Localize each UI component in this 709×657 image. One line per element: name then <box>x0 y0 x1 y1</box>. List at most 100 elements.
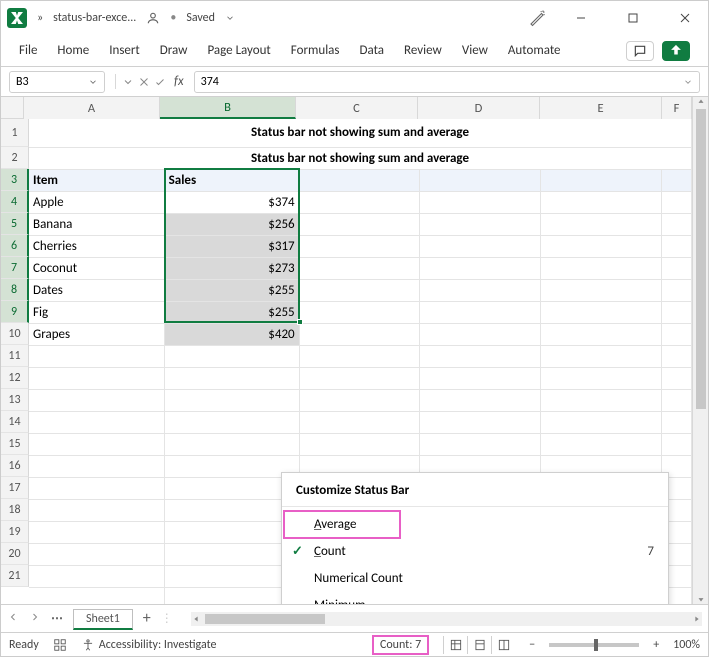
cell-F4[interactable] <box>662 213 692 235</box>
cell-F7[interactable] <box>662 279 692 301</box>
row-header-14[interactable]: 14 <box>1 411 29 433</box>
cell-B11[interactable] <box>164 367 299 389</box>
cell-C8[interactable] <box>299 301 420 323</box>
row-header-2[interactable]: 2 <box>1 147 29 169</box>
cell-A1[interactable]: Status bar not showing sum and average <box>29 147 692 169</box>
cell-A7[interactable]: Dates <box>29 279 164 301</box>
cell-F6[interactable] <box>662 257 692 279</box>
cell-A9[interactable]: Grapes <box>29 323 164 345</box>
cell-A14[interactable] <box>29 433 164 455</box>
cell-A13[interactable] <box>29 411 164 433</box>
row-header-19[interactable]: 19 <box>1 521 29 543</box>
row-header-13[interactable]: 13 <box>1 389 29 411</box>
cell-F8[interactable] <box>662 301 692 323</box>
row-header-5[interactable]: 5 <box>1 213 29 235</box>
cell-A8[interactable]: Fig <box>29 301 164 323</box>
cell-A12[interactable] <box>29 389 164 411</box>
cell-B4[interactable]: $256 <box>164 213 299 235</box>
cell-E6[interactable] <box>541 257 662 279</box>
cell-C14[interactable] <box>299 433 420 455</box>
cell-D3[interactable] <box>420 191 541 213</box>
saved-label[interactable]: Saved <box>186 11 215 25</box>
vertical-scrollbar[interactable] <box>692 97 708 604</box>
cell-A17[interactable] <box>29 499 164 521</box>
sheet-tab[interactable]: Sheet1 <box>73 609 133 630</box>
cell-C6[interactable] <box>299 257 420 279</box>
column-header-F[interactable]: F <box>662 97 692 119</box>
cell-C10[interactable] <box>299 345 420 367</box>
cell-C4[interactable] <box>299 213 420 235</box>
scroll-thumb[interactable] <box>205 614 325 624</box>
column-header-C[interactable]: C <box>296 97 418 119</box>
cell-C2[interactable] <box>299 169 420 191</box>
cell-B9[interactable]: $420 <box>164 323 299 345</box>
all-sheets-button[interactable]: ⋯ <box>51 611 63 626</box>
cell-B16[interactable] <box>164 477 299 499</box>
cell-D4[interactable] <box>420 213 541 235</box>
cell-B17[interactable] <box>164 499 299 521</box>
cell-B19[interactable] <box>164 543 299 565</box>
row-header-15[interactable]: 15 <box>1 433 29 455</box>
tab-insert[interactable]: Insert <box>109 43 140 58</box>
cell-B3[interactable]: $374 <box>164 191 299 213</box>
row-header-20[interactable]: 20 <box>1 543 29 565</box>
cell-B15[interactable] <box>164 455 299 477</box>
scroll-up-icon[interactable] <box>696 97 706 107</box>
chevron-down-icon[interactable] <box>683 77 693 87</box>
cell-B7[interactable]: $255 <box>164 279 299 301</box>
cell-A3[interactable]: Apple <box>29 191 164 213</box>
close-button[interactable] <box>668 6 702 30</box>
row-header-1[interactable]: 1 <box>1 119 29 147</box>
cell-D8[interactable] <box>420 301 541 323</box>
column-header-A[interactable]: A <box>24 97 160 119</box>
row-header-3[interactable]: 3 <box>1 169 29 191</box>
cell-E8[interactable] <box>541 301 662 323</box>
cell-C11[interactable] <box>299 367 420 389</box>
menu-numerical-count[interactable]: Numerical Count <box>282 565 668 592</box>
cell-A16[interactable] <box>29 477 164 499</box>
view-pagelayout-button[interactable] <box>467 636 491 654</box>
scroll-right-icon[interactable] <box>692 614 702 624</box>
horizontal-scrollbar[interactable] <box>191 612 702 626</box>
cancel-icon[interactable] <box>138 76 150 88</box>
cell-A6[interactable]: Coconut <box>29 257 164 279</box>
zoom-out-button[interactable]: − <box>529 638 535 652</box>
cell-F5[interactable] <box>662 235 692 257</box>
cell-F10[interactable] <box>662 345 692 367</box>
status-count[interactable]: Count: 7 <box>372 635 429 655</box>
cell-D2[interactable] <box>420 169 541 191</box>
cell-D6[interactable] <box>420 257 541 279</box>
menu-minimum[interactable]: Minimum <box>282 592 668 604</box>
row-header-18[interactable]: 18 <box>1 499 29 521</box>
zoom-slider[interactable] <box>549 643 639 647</box>
cell-B14[interactable] <box>164 433 299 455</box>
chevron-down-icon[interactable] <box>225 13 235 23</box>
cell-B2[interactable]: Sales <box>164 169 299 191</box>
cell-D10[interactable] <box>420 345 541 367</box>
chevron-right-icon[interactable]: » <box>37 11 43 25</box>
cell-D9[interactable] <box>420 323 541 345</box>
cell-E13[interactable] <box>541 411 662 433</box>
row-header-12[interactable]: 12 <box>1 367 29 389</box>
cell-A21[interactable] <box>29 587 164 604</box>
scroll-left-icon[interactable] <box>191 614 201 624</box>
cell-F13[interactable] <box>662 411 692 433</box>
tab-data[interactable]: Data <box>360 43 385 58</box>
cell-F3[interactable] <box>662 191 692 213</box>
cell-D11[interactable] <box>420 367 541 389</box>
grid[interactable]: ABCDEF 123456789101112131415161718192021… <box>1 97 708 604</box>
next-sheet-button[interactable] <box>29 611 41 627</box>
column-header-D[interactable]: D <box>418 97 540 119</box>
tab-review[interactable]: Review <box>404 43 442 58</box>
tab-view[interactable]: View <box>462 43 488 58</box>
cell-A10[interactable] <box>29 345 164 367</box>
cell-E14[interactable] <box>541 433 662 455</box>
cell-E10[interactable] <box>541 345 662 367</box>
grid-icon[interactable] <box>53 638 67 652</box>
file-name[interactable]: status-bar-exce... <box>53 11 136 25</box>
row-header-8[interactable]: 8 <box>1 279 29 301</box>
accessibility-status[interactable]: Accessibility: Investigate <box>81 638 217 652</box>
new-sheet-button[interactable]: + <box>143 609 151 628</box>
menu-count[interactable]: ✓Count7 <box>282 538 668 565</box>
cell-C13[interactable] <box>299 411 420 433</box>
